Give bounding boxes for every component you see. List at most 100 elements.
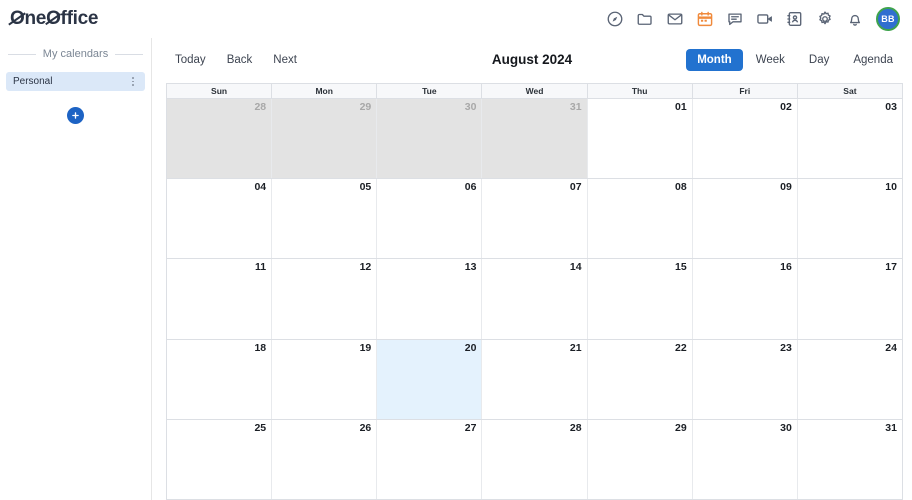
sidebar-item-personal[interactable]: Personal: [6, 72, 145, 91]
day-cell[interactable]: 02: [692, 99, 798, 179]
tab-day[interactable]: Day: [798, 49, 840, 71]
day-cell[interactable]: 16: [692, 259, 798, 339]
day-number: 06: [464, 181, 477, 194]
day-number: 30: [780, 421, 792, 434]
day-header-tue: Tue: [377, 84, 483, 98]
day-cell[interactable]: 28: [482, 419, 588, 500]
tab-month[interactable]: Month: [686, 48, 743, 71]
day-cell[interactable]: 15: [587, 259, 693, 339]
day-cell[interactable]: 22: [587, 339, 693, 419]
day-cell-today[interactable]: 20: [377, 339, 483, 419]
day-cell[interactable]: 30: [377, 99, 483, 179]
day-header-sun: Sun: [167, 84, 273, 98]
logo-o-slashed: O: [10, 8, 25, 29]
top-bar: One Office BB: [0, 0, 912, 38]
day-cell[interactable]: 28: [167, 99, 273, 179]
day-cell[interactable]: 21: [482, 339, 588, 419]
day-cell[interactable]: 09: [692, 179, 798, 259]
day-number: 02: [780, 101, 792, 113]
day-number: 14: [569, 261, 582, 274]
avatar-initials: BB: [881, 14, 895, 24]
calendar-toolbar: Today Back Next August 2024 Month Week D…: [152, 44, 912, 75]
day-cell[interactable]: 08: [587, 179, 693, 259]
day-cell[interactable]: 10: [797, 179, 902, 259]
more-options-icon[interactable]: [128, 76, 138, 88]
day-header-fri: Fri: [693, 84, 798, 98]
day-cell[interactable]: 11: [167, 259, 273, 339]
day-cell[interactable]: 05: [272, 179, 378, 259]
day-number: 29: [359, 101, 372, 113]
navigation-group: Today Back Next: [166, 50, 306, 70]
plus-icon: [72, 112, 79, 119]
gear-icon[interactable]: [816, 10, 834, 28]
add-calendar-button[interactable]: [67, 107, 84, 124]
today-button[interactable]: Today: [166, 50, 215, 70]
day-cell[interactable]: 12: [272, 259, 378, 339]
contacts-icon[interactable]: [786, 10, 804, 28]
day-cell[interactable]: 26: [272, 419, 378, 500]
month-grid: Sun Mon Tue Wed Thu Fri Sat 28 29 30 31 01 02 03 04 05…: [166, 83, 903, 500]
day-cell[interactable]: 14: [482, 259, 588, 339]
header-icon-bar: BB: [606, 7, 900, 31]
day-number: 31: [885, 421, 897, 434]
day-number: 04: [254, 181, 267, 194]
add-calendar-wrapper: [0, 107, 151, 124]
day-number: 16: [780, 261, 792, 274]
day-cell[interactable]: 01: [587, 99, 693, 179]
logo-ffice: ffice: [60, 8, 99, 29]
day-header-wed: Wed: [482, 84, 588, 98]
day-cell[interactable]: 31: [797, 419, 902, 500]
day-cell[interactable]: 19: [272, 339, 378, 419]
tab-agenda[interactable]: Agenda: [842, 49, 904, 71]
day-cell[interactable]: 18: [167, 339, 273, 419]
day-number: 28: [569, 421, 582, 434]
main-content: Today Back Next August 2024 Month Week D…: [152, 38, 912, 500]
divider-right: [115, 53, 144, 55]
day-cell[interactable]: 29: [587, 419, 693, 500]
mail-icon[interactable]: [666, 10, 684, 28]
day-cell[interactable]: 13: [377, 259, 483, 339]
avatar[interactable]: BB: [876, 7, 900, 31]
day-number: 21: [569, 341, 582, 354]
day-number: 08: [675, 181, 687, 194]
day-number: 23: [780, 341, 792, 354]
day-cell[interactable]: 23: [692, 339, 798, 419]
day-cell[interactable]: 31: [482, 99, 588, 179]
app-body: My calendars Personal Today Back Next Au…: [0, 38, 912, 500]
day-cell[interactable]: 06: [377, 179, 483, 259]
dashboard-icon[interactable]: [606, 10, 624, 28]
day-cell[interactable]: 03: [797, 99, 902, 179]
video-icon[interactable]: [756, 10, 774, 28]
tab-week[interactable]: Week: [745, 49, 796, 71]
back-button[interactable]: Back: [218, 50, 262, 70]
app-logo[interactable]: One Office: [10, 8, 98, 30]
day-number: 17: [885, 261, 897, 274]
calendar-icon[interactable]: [696, 10, 714, 28]
folder-icon[interactable]: [636, 10, 654, 28]
day-cell[interactable]: 04: [167, 179, 273, 259]
day-number: 12: [359, 261, 372, 274]
day-number: 26: [359, 421, 372, 434]
day-cell[interactable]: 24: [797, 339, 902, 419]
bell-icon[interactable]: [846, 10, 864, 28]
day-number: 15: [675, 261, 687, 274]
chat-icon[interactable]: [726, 10, 744, 28]
day-number: 07: [569, 181, 582, 194]
day-cell[interactable]: 25: [167, 419, 273, 500]
divider-left: [8, 53, 36, 55]
day-number: 11: [255, 261, 267, 274]
day-cell[interactable]: 29: [272, 99, 378, 179]
week-row: 25 26 27 28 29 30 31: [167, 419, 902, 500]
day-number: 27: [464, 421, 477, 434]
day-cell[interactable]: 27: [377, 419, 483, 500]
day-cell[interactable]: 30: [692, 419, 798, 500]
day-number: 18: [254, 341, 267, 354]
day-number: 25: [254, 421, 267, 434]
day-header-sat: Sat: [843, 86, 857, 96]
view-switcher: Month Week Day Agenda: [686, 48, 904, 71]
next-button[interactable]: Next: [264, 50, 306, 70]
day-cell[interactable]: 17: [797, 259, 902, 339]
logo-ne: ne: [24, 8, 47, 29]
day-cell[interactable]: 07: [482, 179, 588, 259]
week-row: 04 05 06 07 08 09 10: [167, 179, 902, 260]
